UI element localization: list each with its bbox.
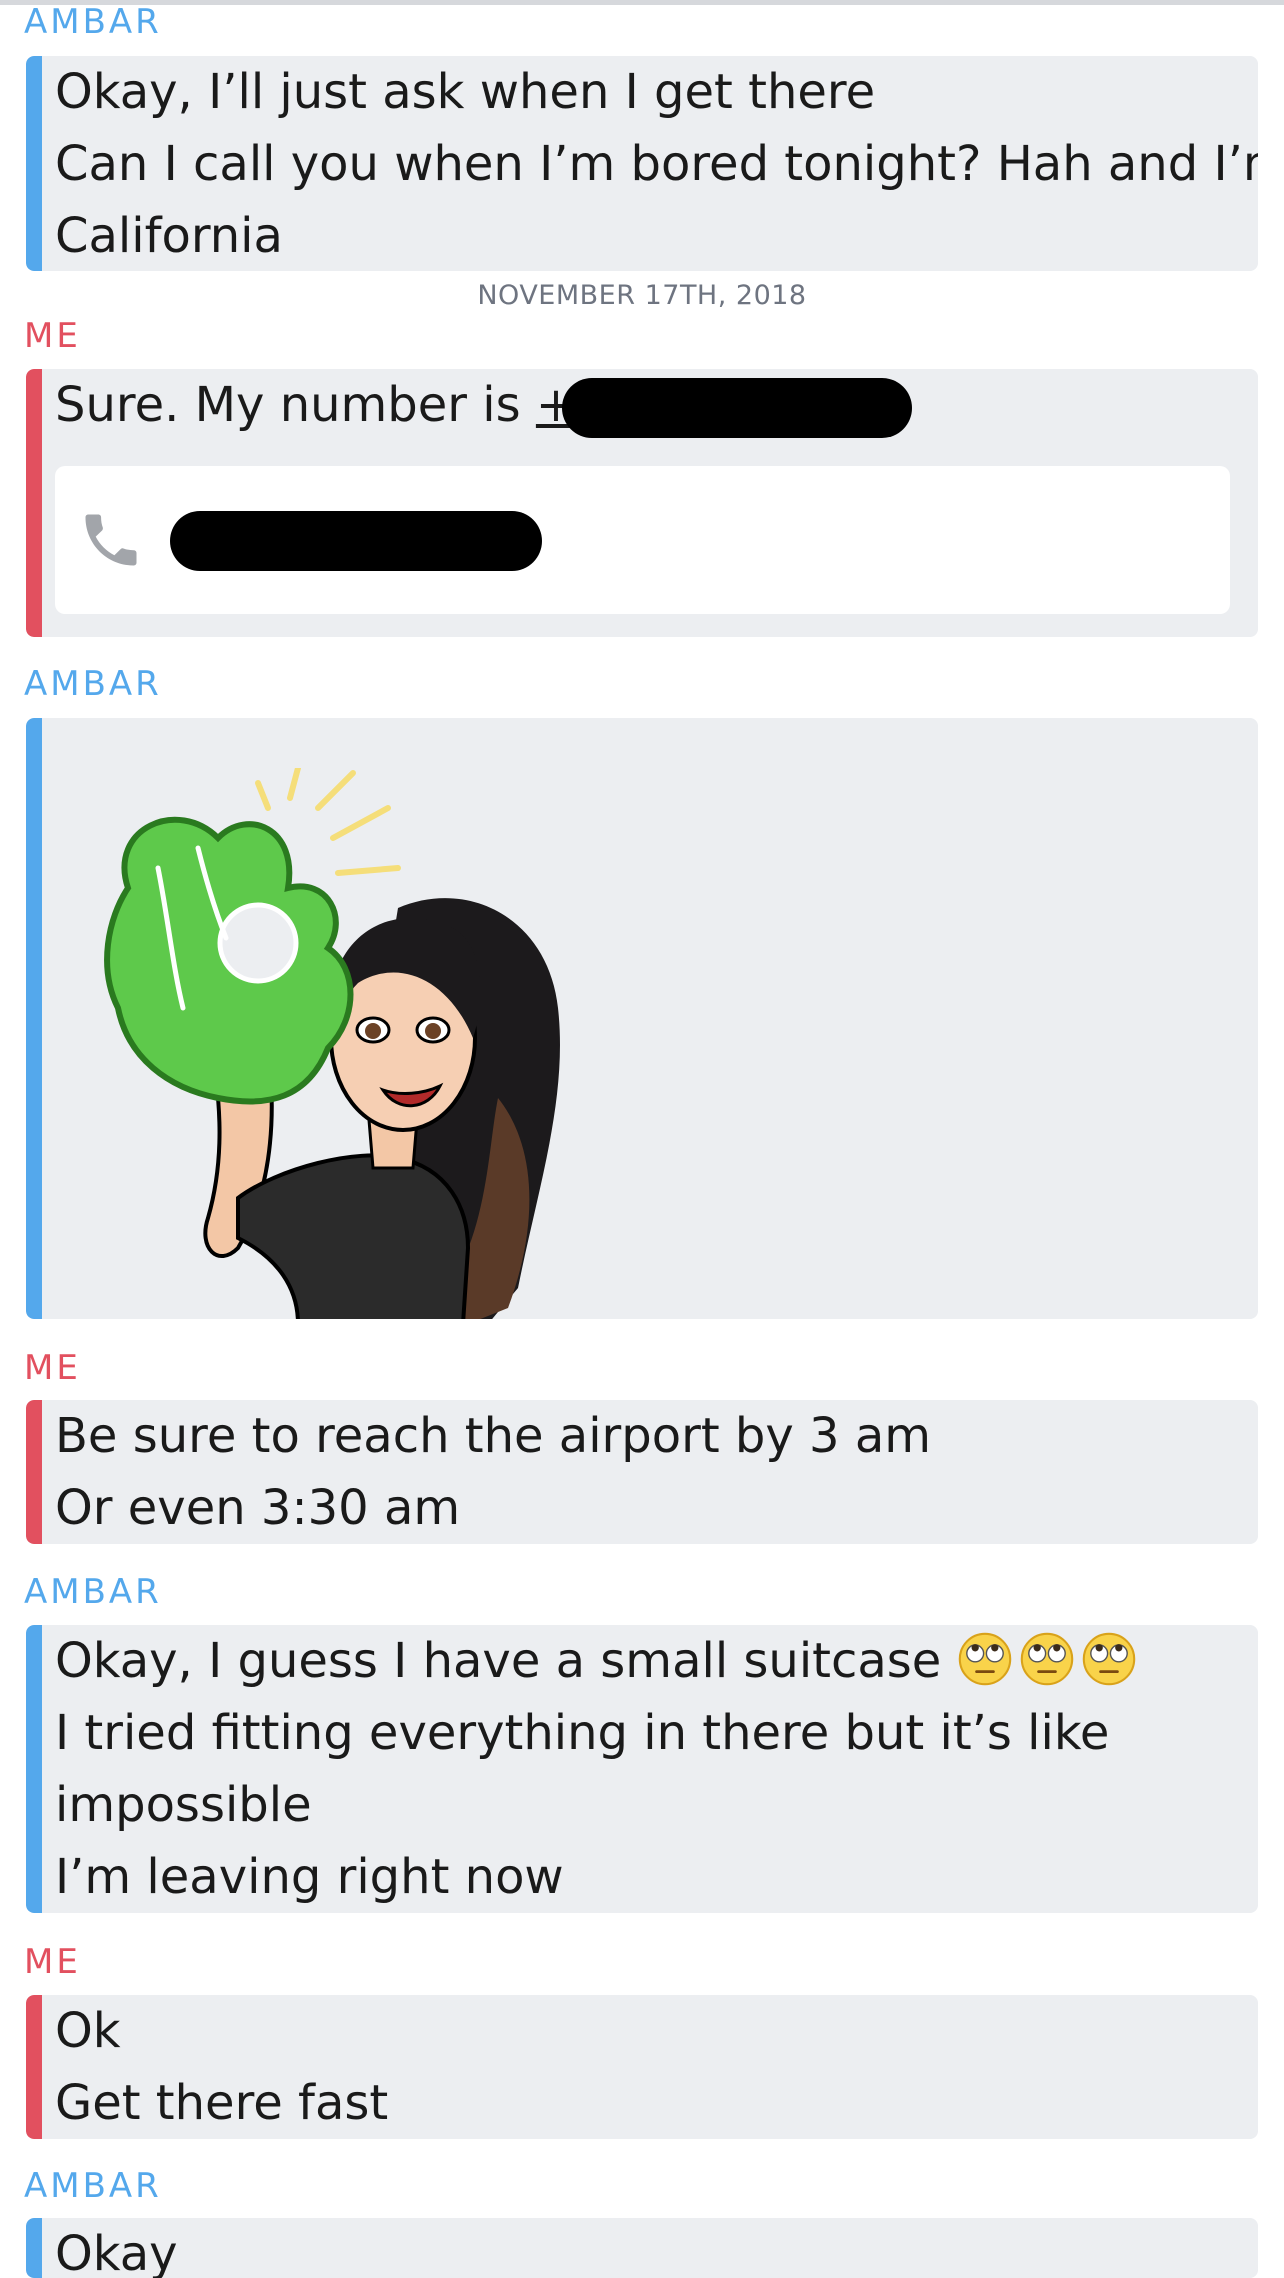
bitmoji-sticker[interactable] [68,768,628,1319]
message-line: Sure. My number is [55,377,536,433]
message-line: Be sure to reach the airport by 3 am [55,1408,932,1464]
message-line: Okay, I’ll just ask when I get there [55,64,876,120]
message-line: Okay [55,2226,178,2278]
date-divider: NOVEMBER 17TH, 2018 [477,280,807,311]
message-line-text: Okay, I guess I have a small suitcase [55,1633,957,1689]
sender-name: AMBAR [24,2166,162,2206]
message-bubble[interactable]: Okay [26,2218,1258,2278]
sender-color-bar [26,369,42,637]
top-divider [0,0,1284,5]
message-text: Ok Get there fast [55,1995,388,2139]
message-bubble[interactable] [26,718,1258,1319]
face-with-rolling-eyes-icon [1020,1632,1073,1686]
face-with-rolling-eyes-icon [1082,1632,1135,1686]
message-bubble[interactable]: Ok Get there fast [26,1995,1258,2139]
message-text: Be sure to reach the airport by 3 am Or … [55,1400,931,1544]
sender-name: AMBAR [24,664,162,704]
phone-number-card[interactable] [55,466,1230,614]
redaction-block [170,511,542,571]
message-line: Or even 3:30 am [55,1480,461,1536]
sender-name: AMBAR [24,1572,162,1612]
message-bubble[interactable]: Okay, I guess I have a small suitcase I … [26,1625,1258,1913]
message-line: I’m leaving right now [55,1849,564,1905]
sender-color-bar [26,1400,42,1544]
message-line: Can I call you when I’m bored tonight? H… [55,136,1258,192]
message-line: Ok [55,2003,121,2059]
redaction-block [562,378,913,438]
message-text: Okay [55,2218,178,2278]
sender-name: ME [24,1942,81,1982]
message-text: Sure. My number is + [55,369,913,441]
sender-name: ME [24,316,81,356]
message-bubble[interactable]: Be sure to reach the airport by 3 am Or … [26,1400,1258,1544]
message-bubble[interactable]: Sure. My number is + [26,369,1258,637]
message-line: Get there fast [55,2075,389,2131]
sender-color-bar [26,718,42,1319]
face-with-rolling-eyes-icon [958,1632,1011,1686]
message-text: Okay, I’ll just ask when I get there Can… [55,56,1258,271]
message-line: Okay, I guess I have a small suitcase [55,1625,1143,1697]
sender-name: AMBAR [24,2,162,42]
phone-icon [85,514,137,566]
sender-color-bar [26,1625,42,1913]
sender-color-bar [26,56,42,271]
message-line: impossible [55,1777,312,1833]
message-line: I tried fitting everything in there but … [55,1705,1110,1761]
message-text: Okay, I guess I have a small suitcase I … [55,1625,1143,1913]
message-bubble[interactable]: Okay, I’ll just ask when I get there Can… [26,56,1258,271]
sender-color-bar [26,2218,42,2278]
message-line: California [55,208,283,264]
sender-color-bar [26,1995,42,2139]
sender-name: ME [24,1348,81,1388]
